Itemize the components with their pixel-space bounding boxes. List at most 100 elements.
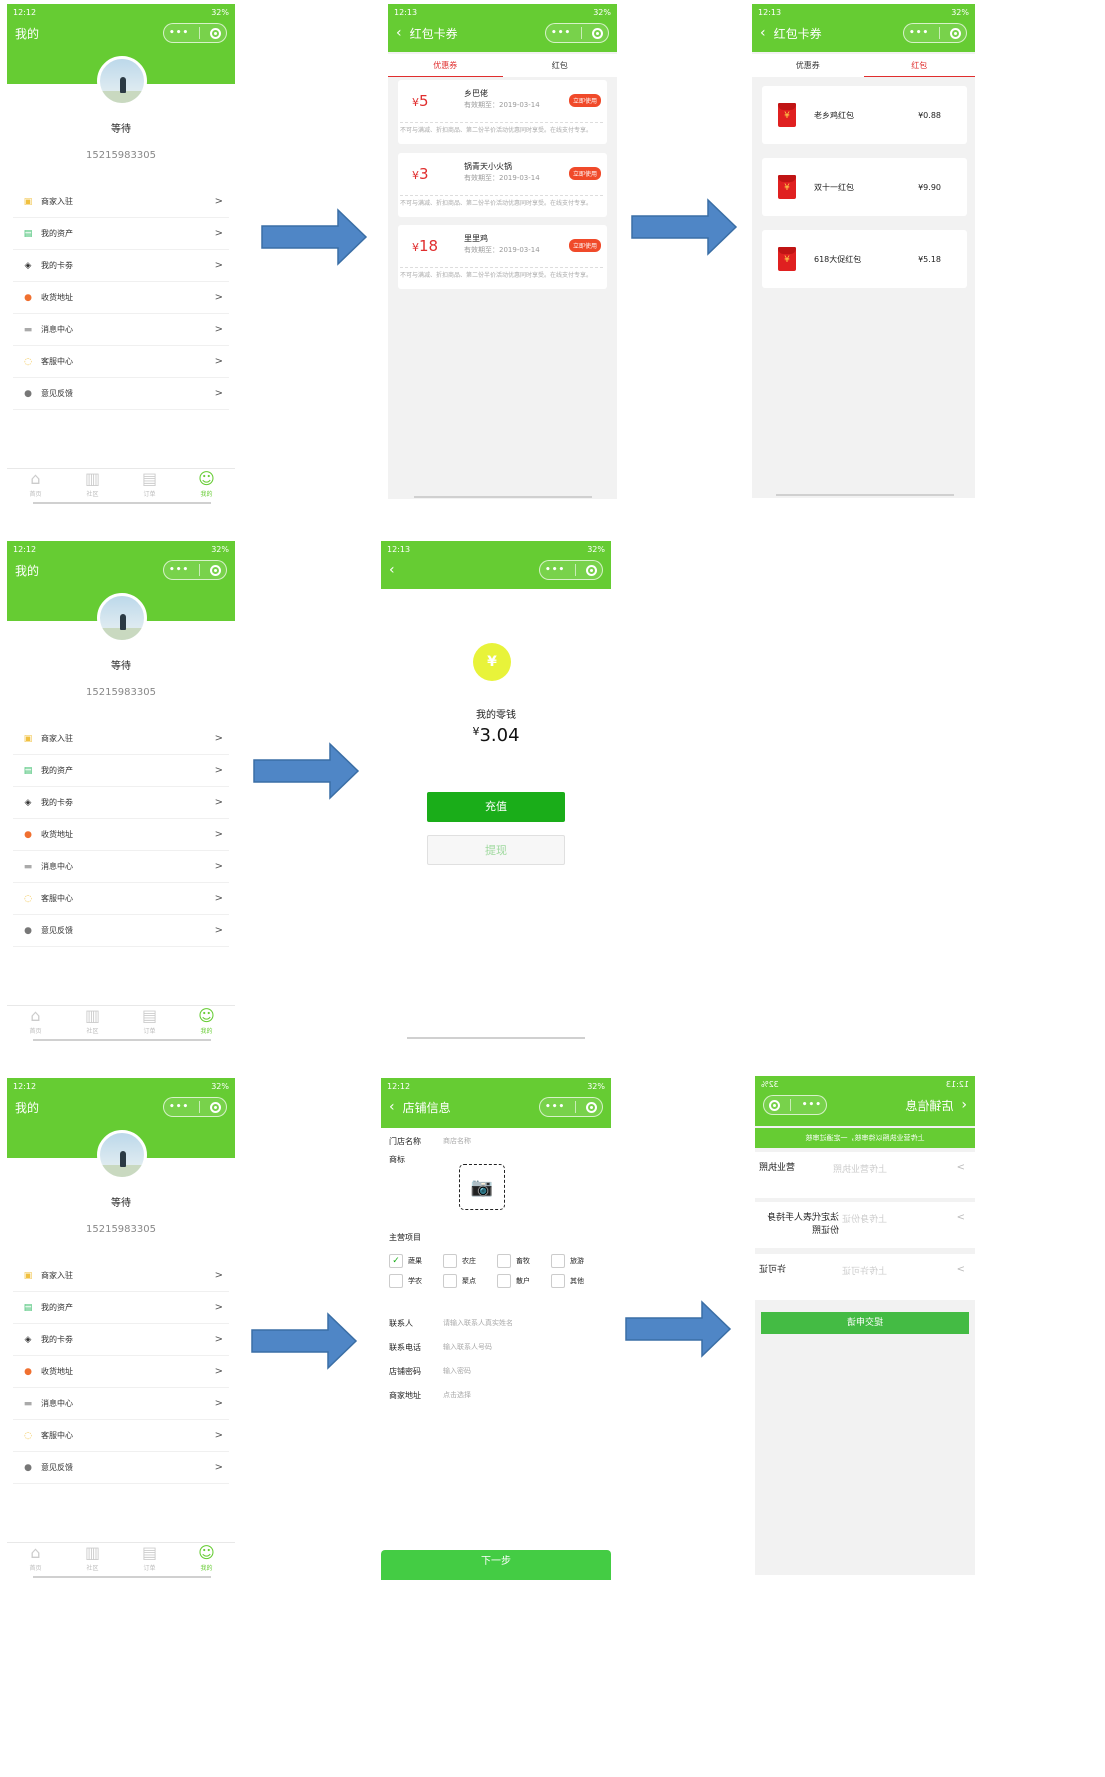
more-icon[interactable]: •••: [169, 1102, 189, 1112]
close-miniprogram-icon[interactable]: [768, 1099, 780, 1111]
menu-item[interactable]: ◌ 客服中心 >: [13, 346, 229, 378]
checkbox-icon[interactable]: ✓: [389, 1254, 403, 1268]
camera-upload-icon[interactable]: 📷: [459, 1164, 505, 1210]
avatar[interactable]: [97, 1130, 147, 1180]
redpacket-card[interactable]: ¥618大促红包 ¥5.18: [762, 230, 967, 288]
menu-item[interactable]: ● 收货地址 >: [13, 282, 229, 314]
recharge-button[interactable]: 充值: [427, 792, 565, 822]
tab-item[interactable]: ⌂ 首页: [7, 1006, 64, 1042]
menu-item[interactable]: ◌ 客服中心 >: [13, 1420, 229, 1452]
close-miniprogram-icon[interactable]: [592, 27, 604, 39]
menu-item[interactable]: ● 意见反馈 >: [13, 378, 229, 410]
menu-item[interactable]: ▬ 消息中心 >: [13, 851, 229, 883]
submit-application-button[interactable]: 提交申请: [761, 1312, 969, 1334]
more-icon[interactable]: •••: [551, 28, 571, 38]
checkbox-icon[interactable]: [443, 1254, 457, 1268]
capsule-menu[interactable]: •••: [539, 1097, 603, 1117]
more-icon[interactable]: •••: [909, 28, 929, 38]
close-miniprogram-icon[interactable]: [586, 564, 598, 576]
license-upload-row[interactable]: 营业执照 上传营业执照 >: [755, 1152, 975, 1198]
checkbox-icon[interactable]: [443, 1274, 457, 1288]
license-upload-row[interactable]: 法定代表人手持身份证照 上传身份证 >: [755, 1202, 975, 1248]
business-checkbox[interactable]: 畜牧: [497, 1254, 530, 1268]
tab-item[interactable]: ☺ 我的: [178, 1543, 235, 1579]
redpacket-card[interactable]: ¥ 老乡鸡红包 ¥0.88: [762, 86, 967, 144]
menu-item[interactable]: ▣ 商家入驻 >: [13, 1260, 229, 1292]
menu-item[interactable]: ▬ 消息中心 >: [13, 1388, 229, 1420]
avatar[interactable]: [97, 593, 147, 643]
menu-item[interactable]: ● 收货地址 >: [13, 819, 229, 851]
close-miniprogram-icon[interactable]: [586, 1101, 598, 1113]
capsule-menu[interactable]: •••: [903, 23, 967, 43]
business-checkbox[interactable]: 农庄: [443, 1254, 476, 1268]
phone-input[interactable]: 输入联系人号码: [443, 1342, 492, 1353]
tab-item[interactable]: ▥ 社区: [64, 1543, 121, 1579]
more-icon[interactable]: •••: [545, 1102, 565, 1112]
menu-item[interactable]: ▤ 我的资产 >: [13, 1292, 229, 1324]
menu-item[interactable]: ▬ 消息中心 >: [13, 314, 229, 346]
more-icon[interactable]: •••: [169, 28, 189, 38]
use-coupon-button[interactable]: 立即使用: [568, 239, 601, 252]
business-checkbox[interactable]: 散户: [497, 1274, 530, 1288]
checkbox-icon[interactable]: [389, 1274, 403, 1288]
use-coupon-button[interactable]: 立即使用: [568, 167, 601, 180]
business-checkbox[interactable]: ✓ 蔬果: [389, 1254, 422, 1268]
menu-item[interactable]: ◈ 我的卡劵 >: [13, 250, 229, 282]
upload-link[interactable]: 上传身份证: [842, 1212, 887, 1225]
tab-coupon[interactable]: 优惠券: [388, 54, 503, 77]
back-icon[interactable]: ‹: [396, 25, 402, 41]
capsule-menu[interactable]: •••: [763, 1095, 827, 1115]
address-picker[interactable]: 点击选择: [443, 1390, 471, 1401]
menu-item[interactable]: ▣ 商家入驻 >: [13, 186, 229, 218]
tab-item[interactable]: ▥ 社区: [64, 469, 121, 505]
menu-item[interactable]: ▣ 商家入驻 >: [13, 723, 229, 755]
menu-item[interactable]: ◈ 我的卡劵 >: [13, 1324, 229, 1356]
back-icon[interactable]: ‹: [760, 25, 766, 41]
withdraw-button[interactable]: 提现: [427, 835, 565, 865]
tab-item[interactable]: ▥ 社区: [64, 1006, 121, 1042]
tab-item[interactable]: ☺ 我的: [178, 469, 235, 505]
tab-redpacket[interactable]: 红包: [503, 54, 618, 77]
next-step-button[interactable]: 下一步: [381, 1550, 611, 1580]
more-icon[interactable]: •••: [801, 1100, 821, 1110]
menu-item[interactable]: ▤ 我的资产 >: [13, 755, 229, 787]
more-icon[interactable]: •••: [545, 565, 565, 575]
menu-item[interactable]: ● 意见反馈 >: [13, 1452, 229, 1484]
capsule-menu[interactable]: •••: [163, 23, 227, 43]
capsule-menu[interactable]: •••: [545, 23, 609, 43]
menu-item[interactable]: ◌ 客服中心 >: [13, 883, 229, 915]
tab-coupon[interactable]: 优惠券: [752, 54, 864, 77]
menu-item[interactable]: ● 收货地址 >: [13, 1356, 229, 1388]
menu-item[interactable]: ◈ 我的卡劵 >: [13, 787, 229, 819]
store-name-input[interactable]: 商店名称: [443, 1136, 471, 1147]
password-input[interactable]: 输入密码: [443, 1366, 471, 1377]
upload-link[interactable]: 上传许可证: [842, 1264, 887, 1277]
menu-item[interactable]: ● 意见反馈 >: [13, 915, 229, 947]
tab-item[interactable]: ▤ 订单: [121, 469, 178, 505]
upload-link[interactable]: 上传营业执照: [833, 1162, 887, 1175]
redpacket-card[interactable]: ¥ 双十一红包 ¥9.90: [762, 158, 967, 216]
business-checkbox[interactable]: 旅游: [551, 1254, 584, 1268]
tab-redpacket[interactable]: 红包: [863, 54, 975, 77]
tab-item[interactable]: ⌂ 首页: [7, 1543, 64, 1579]
close-miniprogram-icon[interactable]: [950, 27, 962, 39]
avatar[interactable]: [97, 56, 147, 106]
tab-item[interactable]: ▤ 订单: [121, 1543, 178, 1579]
checkbox-icon[interactable]: [551, 1274, 565, 1288]
tab-item[interactable]: ☺ 我的: [178, 1006, 235, 1042]
close-miniprogram-icon[interactable]: [210, 27, 222, 39]
more-icon[interactable]: •••: [169, 565, 189, 575]
checkbox-icon[interactable]: [497, 1254, 511, 1268]
back-icon[interactable]: ‹: [389, 1099, 395, 1115]
capsule-menu[interactable]: •••: [539, 560, 603, 580]
business-checkbox[interactable]: 其他: [551, 1274, 584, 1288]
checkbox-icon[interactable]: [551, 1254, 565, 1268]
use-coupon-button[interactable]: 立即使用: [568, 94, 601, 107]
business-checkbox[interactable]: 学农: [389, 1274, 422, 1288]
checkbox-icon[interactable]: [497, 1274, 511, 1288]
back-icon[interactable]: ‹: [389, 562, 395, 578]
contact-input[interactable]: 请输入联系人真实姓名: [443, 1318, 513, 1329]
license-upload-row[interactable]: 许可证 上传许可证 >: [755, 1254, 975, 1300]
capsule-menu[interactable]: •••: [163, 560, 227, 580]
tab-item[interactable]: ▤ 订单: [121, 1006, 178, 1042]
